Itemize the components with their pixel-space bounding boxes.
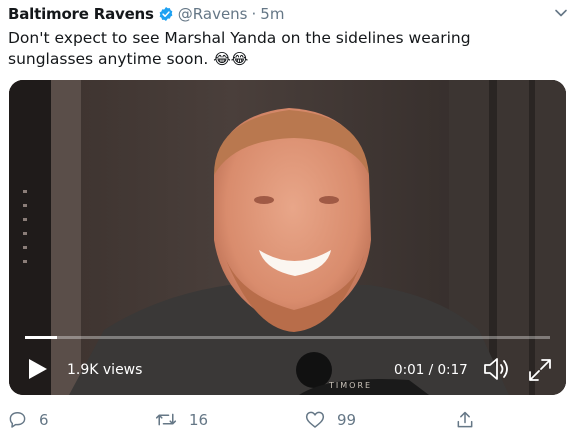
retweet-count: 16: [189, 410, 209, 429]
video-timecode: 0:01 / 0:17: [394, 362, 468, 378]
tweet-actions: 6 16 99: [0, 410, 576, 436]
volume-button[interactable]: [483, 356, 513, 382]
video-frame: TIMORE: [9, 80, 566, 395]
share-icon: [455, 410, 475, 430]
verified-badge-icon: [158, 6, 174, 22]
retweet-icon: [155, 410, 177, 429]
like-count: 99: [337, 410, 357, 429]
reply-icon: [8, 410, 27, 429]
expand-icon: [529, 359, 551, 381]
author-handle[interactable]: @Ravens: [178, 5, 248, 23]
reply-count: 6: [39, 410, 49, 429]
author-name[interactable]: Baltimore Ravens: [8, 5, 154, 23]
view-count: 1.9K views: [67, 362, 143, 378]
like-button[interactable]: 99: [305, 410, 356, 429]
fullscreen-button[interactable]: [526, 356, 554, 384]
tweet-header: Baltimore Ravens @Ravens · 5m: [8, 3, 284, 25]
video-player[interactable]: TIMORE 1.9K views 0:01 / 0:17: [9, 80, 566, 395]
play-icon: [29, 359, 47, 379]
video-controls: 1.9K views 0:01 / 0:17: [9, 350, 566, 390]
video-progress-bar[interactable]: [25, 336, 550, 339]
reply-button[interactable]: 6: [8, 410, 49, 429]
timestamp[interactable]: 5m: [260, 5, 284, 23]
tweet-text: Don't expect to see Marshal Yanda on the…: [8, 28, 548, 70]
speaker-icon: [484, 358, 508, 380]
retweet-button[interactable]: 16: [155, 410, 208, 429]
separator-dot: ·: [251, 5, 257, 23]
video-progress-fill: [25, 336, 57, 339]
heart-icon: [305, 410, 325, 429]
laughing-emoji: 😂😂: [213, 50, 249, 68]
play-button[interactable]: [25, 357, 49, 381]
chevron-down-icon[interactable]: [554, 5, 568, 24]
share-button[interactable]: [455, 410, 487, 430]
